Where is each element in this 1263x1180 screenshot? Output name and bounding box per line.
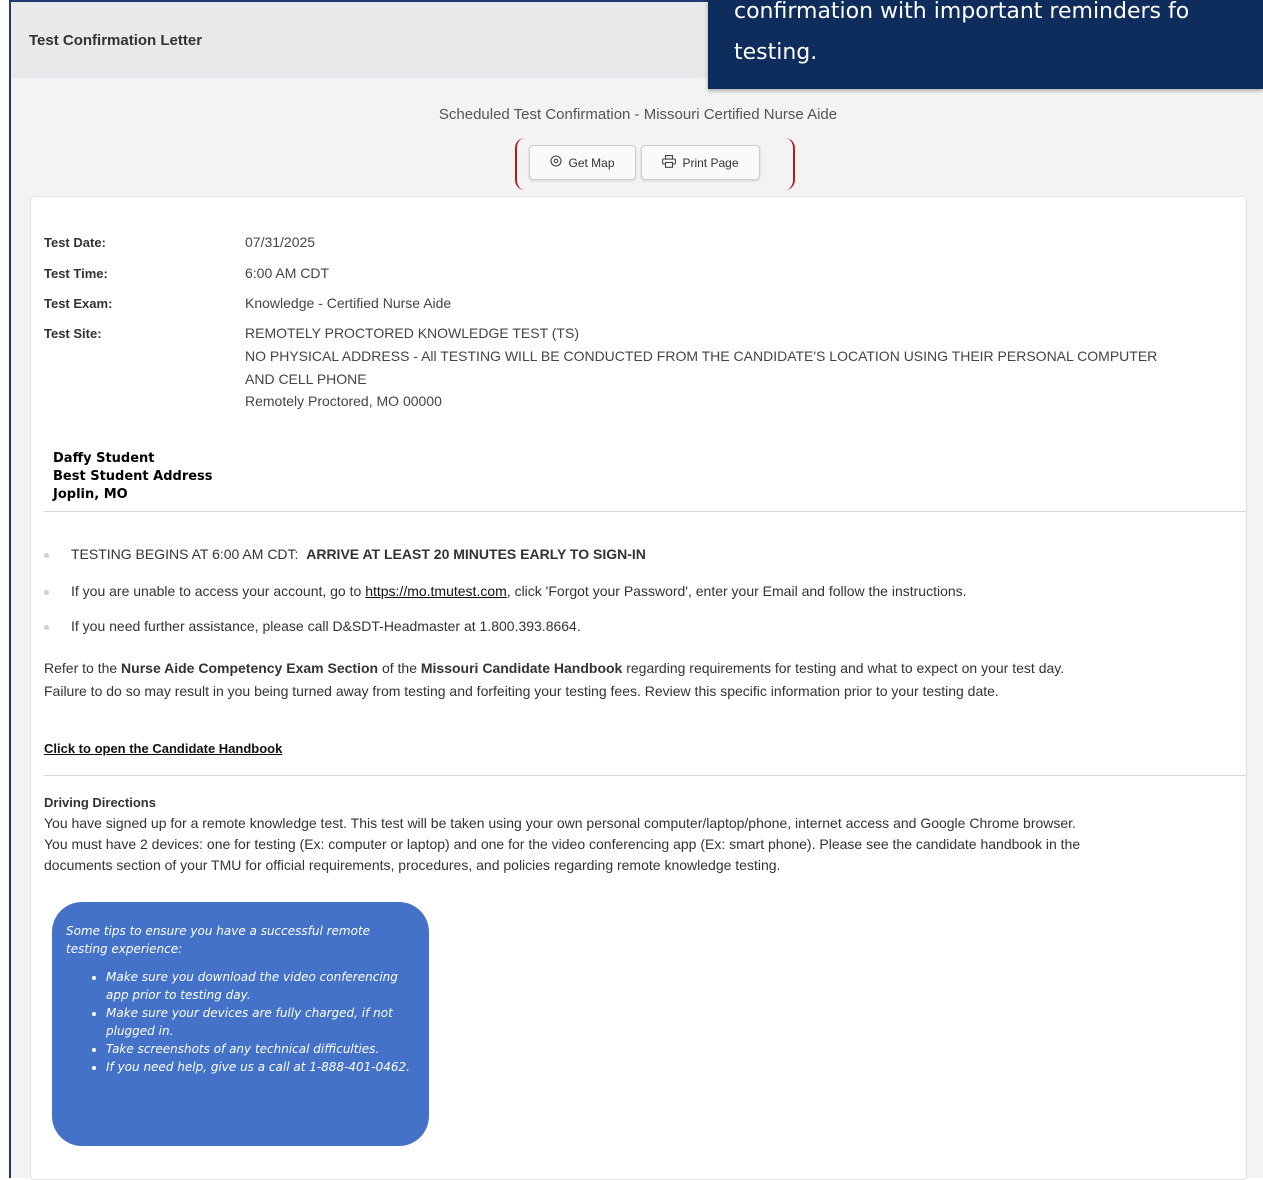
site-line: AND CELL PHONE (245, 371, 367, 387)
detail-value: 07/31/2025 (245, 234, 316, 250)
tips-box: Some tips to ensure you have a successfu… (52, 902, 429, 1146)
scheduled-test-title: Scheduled Test Confirmation - Missouri C… (438, 106, 838, 123)
refer-line-2: Failure to do so may result in you being… (44, 683, 999, 699)
list-item: TESTING BEGINS AT 6:00 AM CDT: ARRIVE AT… (44, 546, 646, 562)
bullet-bold-text: ARRIVE AT LEAST 20 MINUTES EARLY TO SIGN… (306, 546, 646, 562)
get-map-button[interactable]: Get Map (529, 145, 636, 180)
bullet-dot (44, 552, 49, 558)
detail-value: REMOTELY PROCTORED KNOWLEDGE TEST (TS) (245, 325, 579, 341)
site-line: NO PHYSICAL ADDRESS - All TESTING WILL B… (245, 348, 1158, 364)
list-item: If you need further assistance, please c… (44, 618, 581, 634)
text: regarding requirements for testing and w… (626, 660, 1065, 676)
page-title: Test Confirmation Letter (29, 32, 203, 49)
print-page-label: Print Page (682, 155, 739, 170)
tmutest-link[interactable]: https://mo.tmutest.com (365, 583, 507, 599)
divider (44, 511, 1247, 512)
printer-icon (662, 154, 677, 171)
refer-line-1: Refer to the Nurse Aide Competency Exam … (44, 657, 1064, 680)
callout-line: testing. (734, 40, 818, 65)
map-pin-icon (550, 155, 563, 170)
callout-line: confirmation with important reminders fo (734, 0, 1190, 24)
tips-list: Make sure you download the video confere… (66, 968, 413, 1076)
directions-line: documents section of your TMU for offici… (44, 857, 781, 873)
tips-heading: Some tips to ensure you have a successfu… (66, 924, 371, 956)
get-map-label: Get Map (568, 155, 615, 170)
bullet-text: If you are unable to access your account… (71, 583, 362, 599)
bullet-dot (44, 624, 49, 630)
text: Refer to the (44, 660, 118, 676)
letter-frame: Test Confirmation Letter Scheduled Test … (9, 0, 1263, 1180)
divider (44, 775, 1247, 776)
print-page-button[interactable]: Print Page (641, 145, 760, 180)
bold-text: Missouri Candidate Handbook (420, 660, 623, 676)
candidate-street: Best Student Address (53, 469, 213, 484)
bullet-text: , click 'Forgot your Password', enter yo… (506, 583, 967, 599)
bullet-dot (44, 589, 49, 595)
tip-item: Take screenshots of any technical diffic… (106, 1040, 413, 1058)
driving-directions: Driving Directions You have signed up fo… (44, 792, 1080, 876)
directions-line: You have signed up for a remote knowledg… (44, 815, 1076, 831)
site-line: Remotely Proctored, MO 00000 (245, 393, 442, 409)
detail-label: Test Site: (44, 326, 102, 341)
bullet-text: TESTING BEGINS AT 6:00 AM CDT: (71, 546, 299, 562)
directions-line: You must have 2 devices: one for testing… (44, 836, 1081, 852)
text: of the (381, 660, 417, 676)
bullet-text: If you need further assistance, please c… (71, 618, 581, 634)
candidate-address: Daffy Student Best Student Address Jopli… (53, 450, 213, 504)
detail-label: Test Date: (44, 235, 106, 250)
detail-label: Test Time: (44, 266, 108, 281)
candidate-city: Joplin, MO (53, 487, 128, 502)
detail-value: 6:00 AM CDT (245, 265, 330, 281)
instruction-callout: confirmation with important reminders fo… (708, 0, 1263, 89)
tip-item: If you need help, give us a call at 1-88… (106, 1058, 413, 1076)
detail-label: Test Exam: (44, 296, 113, 311)
detail-value: Knowledge - Certified Nurse Aide (245, 295, 452, 311)
candidate-handbook-link[interactable]: Click to open the Candidate Handbook (44, 737, 282, 760)
driving-directions-title: Driving Directions (44, 795, 156, 810)
bold-text: Nurse Aide Competency Exam Section (121, 660, 379, 676)
candidate-name: Daffy Student (53, 451, 155, 466)
tip-item: Make sure your devices are fully charged… (106, 1004, 413, 1040)
tip-item: Make sure you download the video confere… (106, 968, 413, 1004)
confirmation-card: Test Date: 07/31/2025 Test Time: 6:00 AM… (30, 196, 1247, 1180)
refer-paragraph: Refer to the Nurse Aide Competency Exam … (44, 657, 1064, 703)
list-item: If you are unable to access your account… (44, 583, 967, 599)
